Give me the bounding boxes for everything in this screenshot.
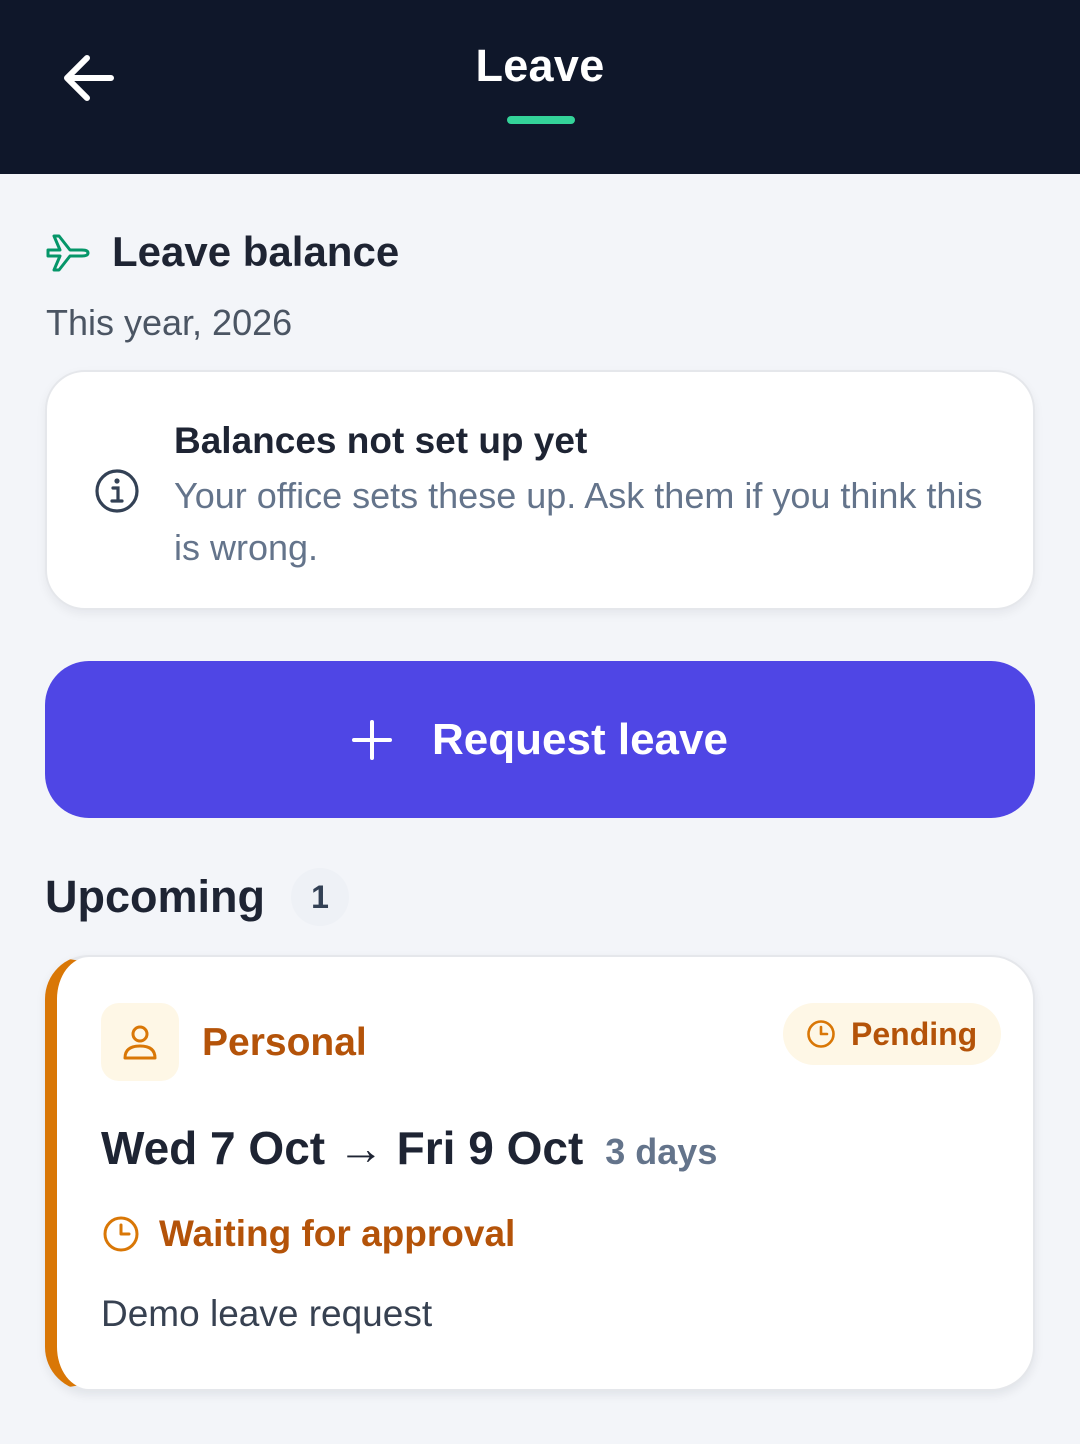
page-title: Leave — [475, 40, 605, 91]
date-range: Wed 7 Oct → Fri 9 Oct — [101, 1122, 584, 1174]
status-label: Pending — [851, 1015, 978, 1052]
approval-status-row: Waiting for approval — [101, 1213, 515, 1255]
top-bar: Leave — [0, 0, 1080, 174]
notice-title: Balances not set up yet — [174, 420, 588, 461]
upcoming-header: Upcoming 1 — [45, 866, 349, 928]
title-underline — [507, 116, 575, 124]
balance-notice-card: Balances not set up yet Your office sets… — [45, 370, 1035, 610]
clock-icon — [103, 1216, 139, 1252]
leave-request-card[interactable]: Personal Pending Wed 7 Oct → Fri 9 Oct 3… — [45, 955, 1035, 1391]
leave-note: Demo leave request — [101, 1293, 433, 1334]
request-leave-button[interactable]: Request leave — [45, 661, 1035, 818]
status-badge: Pending — [783, 1003, 1002, 1065]
airplane-icon — [46, 234, 90, 272]
person-icon — [123, 1025, 157, 1060]
leave-balance-header: Leave balance — [44, 224, 399, 280]
notice-body: Your office sets these up. Ask them if y… — [174, 475, 983, 568]
leave-type-icon-box — [101, 1003, 179, 1081]
balance-period: This year, 2026 — [46, 302, 293, 343]
clock-icon — [807, 1020, 835, 1048]
upcoming-title: Upcoming — [45, 871, 265, 922]
plus-icon — [352, 719, 393, 760]
info-icon — [95, 469, 139, 513]
date-range-row: Wed 7 Oct → Fri 9 Oct 3 days — [101, 1121, 717, 1175]
approval-status: Waiting for approval — [159, 1213, 516, 1254]
section-title: Leave balance — [112, 228, 400, 275]
leave-type-label: Personal — [202, 1021, 367, 1064]
duration: 3 days — [605, 1131, 718, 1172]
upcoming-count-badge: 1 — [291, 868, 349, 926]
request-leave-label: Request leave — [432, 714, 728, 764]
